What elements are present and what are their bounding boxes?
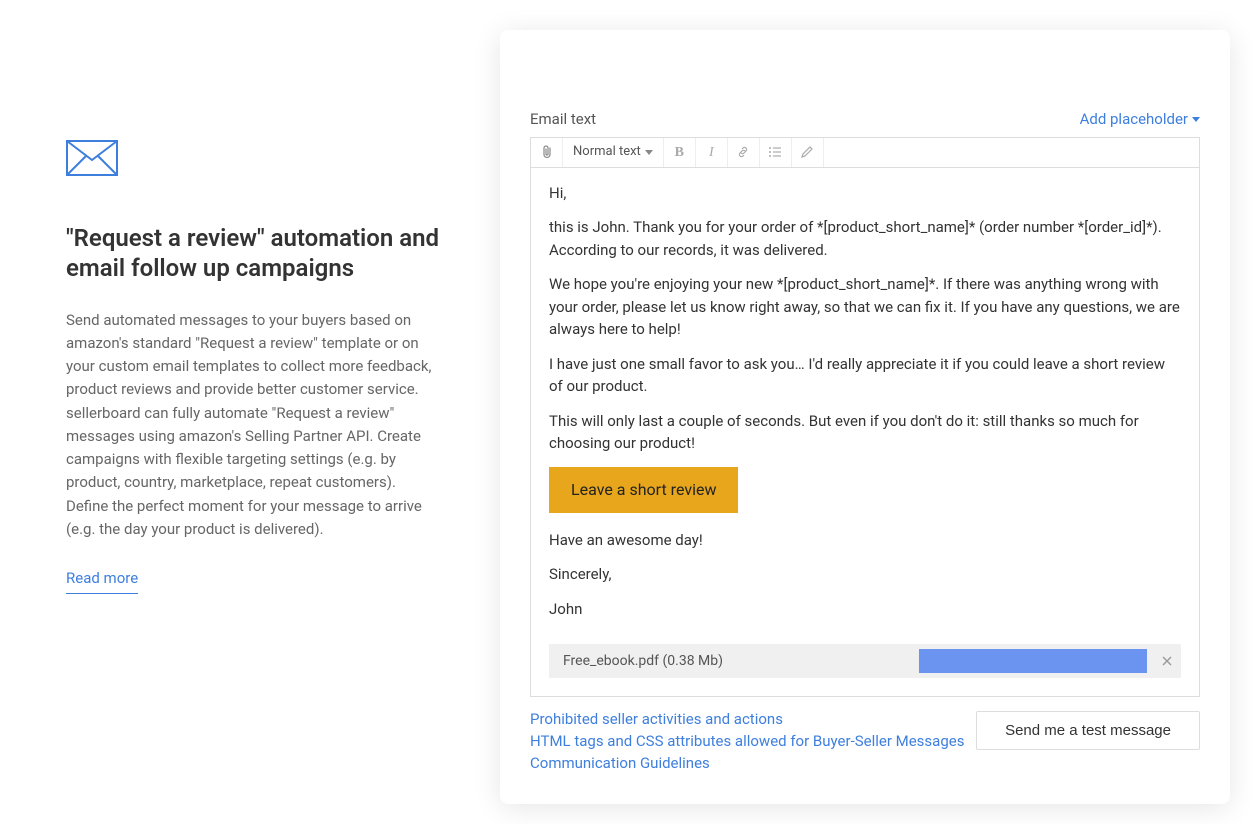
email-line: Hi,	[549, 182, 1181, 205]
email-line: Have an awesome day!	[549, 529, 1181, 552]
attachment-row: Free_ebook.pdf (0.38 Mb)	[549, 644, 1181, 678]
email-line: I have just one small favor to ask you… …	[549, 353, 1181, 398]
email-line: Sincerely,	[549, 563, 1181, 586]
leave-review-button[interactable]: Leave a short review	[549, 467, 738, 513]
list-button[interactable]	[760, 138, 792, 167]
chevron-down-icon	[1192, 117, 1200, 122]
italic-button[interactable]: I	[696, 138, 728, 167]
email-line: John	[549, 598, 1181, 621]
attachment-icon[interactable]	[531, 138, 563, 167]
attachment-remove-button[interactable]	[1153, 644, 1181, 678]
left-column: "Request a review" automation and email …	[30, 20, 470, 804]
send-test-message-button[interactable]: Send me a test message	[976, 711, 1200, 750]
link-prohibited-activities[interactable]: Prohibited seller activities and actions	[530, 709, 964, 731]
mail-icon	[66, 140, 440, 183]
email-line: this is John. Thank you for your order o…	[549, 216, 1181, 261]
attachment-name: Free_ebook.pdf (0.38 Mb)	[549, 651, 913, 672]
attachment-progress	[919, 649, 1147, 673]
email-line: We hope you're enjoying your new *[produ…	[549, 273, 1181, 341]
link-button[interactable]	[728, 138, 760, 167]
add-placeholder-dropdown[interactable]: Add placeholder	[1080, 108, 1200, 131]
text-style-dropdown[interactable]: Normal text	[563, 138, 664, 167]
email-editor-panel: Email text Add placeholder Normal text B…	[500, 30, 1230, 804]
link-html-tags[interactable]: HTML tags and CSS attributes allowed for…	[530, 731, 964, 753]
link-communication-guidelines[interactable]: Communication Guidelines	[530, 753, 964, 775]
read-more-link[interactable]: Read more	[66, 569, 138, 594]
footer-links: Prohibited seller activities and actions…	[530, 709, 964, 774]
email-line: This will only last a couple of seconds.…	[549, 410, 1181, 455]
edit-button[interactable]	[792, 138, 824, 167]
email-body-editor[interactable]: Hi, this is John. Thank you for your ord…	[530, 167, 1200, 698]
text-style-label: Normal text	[573, 142, 641, 162]
chevron-down-icon	[645, 150, 653, 155]
section-description: Send automated messages to your buyers b…	[66, 309, 440, 542]
section-title: "Request a review" automation and email …	[66, 223, 440, 283]
email-text-label: Email text	[530, 108, 596, 131]
add-placeholder-label: Add placeholder	[1080, 108, 1188, 131]
editor-toolbar: Normal text B I	[530, 137, 1200, 167]
bold-button[interactable]: B	[664, 138, 696, 167]
